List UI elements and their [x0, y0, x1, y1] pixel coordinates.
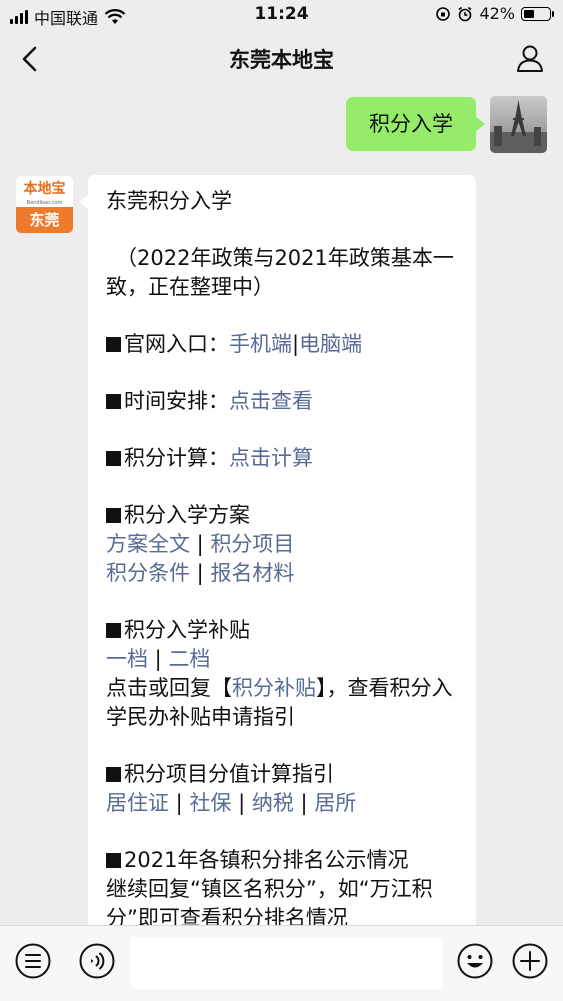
official-account-avatar[interactable]: 本地宝 Bendibao.com 东莞 [16, 176, 73, 233]
plan-conditions-link[interactable]: 积分条件 [106, 561, 190, 585]
ranking-section: 2021年各镇积分排名公示情况继续回复“镇区名积分”，如“万江积分”即可查看积分… [106, 846, 460, 925]
calc-link[interactable]: 点击计算 [229, 446, 313, 470]
ranking-heading: 2021年各镇积分排名公示情况 [124, 848, 409, 872]
status-bar: 中国联通 11:24 42% [0, 0, 563, 30]
nav-bar: 东莞本地宝 [0, 30, 563, 88]
logo-city-text: 东莞 [16, 207, 73, 233]
plan-items-link[interactable]: 积分项目 [210, 532, 294, 556]
bullet-square-icon [106, 508, 121, 523]
guide-tax-link[interactable]: 纳税 [252, 791, 294, 815]
mobile-link[interactable]: 手机端 [229, 332, 292, 356]
alarm-icon [458, 6, 472, 21]
sent-message-text: 积分入学 [369, 112, 453, 136]
plan-full-text-link[interactable]: 方案全文 [106, 532, 190, 556]
subsidy-tier2-link[interactable]: 二档 [168, 647, 210, 671]
logo-url-text: Bendibao.com [26, 200, 63, 206]
status-right: 42% [435, 4, 554, 23]
link-separator: | [190, 532, 211, 556]
bottom-input-bar [0, 925, 563, 1001]
reply-message-bubble: 东莞积分入学 （2022年政策与2021年政策基本一致，正在整理中） 官网入口：… [79, 175, 476, 925]
subsidy-section: 积分入学补贴 一档 | 二档 点击或回复【积分补贴】，查看积分入学民办补贴申请指引 [106, 616, 460, 732]
bullet-square-icon [106, 623, 121, 638]
link-separator: | [169, 791, 190, 815]
guide-social-security-link[interactable]: 社保 [189, 791, 231, 815]
guide-section: 积分项目分值计算指引居住证 | 社保 | 纳税 | 居所 [106, 760, 460, 818]
link-separator: | [190, 561, 211, 585]
orientation-lock-icon [436, 6, 451, 21]
plan-heading: 积分入学方案 [124, 503, 250, 527]
chat-title: 东莞本地宝 [229, 48, 334, 72]
eiffel-tower-photo [490, 100, 547, 153]
sent-message-bubble[interactable]: 积分入学 [346, 97, 485, 151]
reply-note: （2022年政策与2021年政策基本一致，正在整理中） [106, 246, 454, 299]
website-line: 官网入口：手机端|电脑端 [106, 330, 460, 359]
link-separator: | [148, 647, 169, 671]
plan-materials-link[interactable]: 报名材料 [210, 561, 294, 585]
plan-section: 积分入学方案方案全文 | 积分项目 积分条件 | 报名材料 [106, 501, 460, 588]
voice-icon[interactable] [78, 942, 116, 980]
chat-area[interactable]: 积分入学 本地宝 Bendibao.com 东莞 东莞积分入学 （2022年政策… [0, 88, 563, 925]
guide-residence-permit-link[interactable]: 居住证 [106, 791, 169, 815]
battery-fill [524, 9, 534, 18]
plus-circle-icon[interactable] [511, 942, 549, 980]
schedule-line: 时间安排：点击查看 [106, 387, 460, 416]
bullet-square-icon [106, 767, 121, 782]
battery-percent: 42% [479, 4, 515, 23]
battery-icon [521, 6, 554, 21]
desktop-link[interactable]: 电脑端 [299, 332, 362, 356]
calc-line: 积分计算：点击计算 [106, 444, 460, 473]
menu-list-icon[interactable] [14, 942, 52, 980]
schedule-link[interactable]: 点击查看 [229, 389, 313, 413]
subsidy-keyword-link[interactable]: 积分补贴 [232, 676, 316, 700]
subsidy-tier1-link[interactable]: 一档 [106, 647, 148, 671]
link-separator: | [293, 791, 315, 815]
bullet-square-icon [106, 853, 121, 868]
subsidy-heading: 积分入学补贴 [124, 618, 250, 642]
subsidy-text-before: 点击或回复【 [106, 676, 232, 700]
person-icon[interactable] [513, 41, 547, 75]
bullet-square-icon [106, 394, 121, 409]
bullet-square-icon [106, 337, 121, 352]
link-separator: | [231, 791, 252, 815]
message-input[interactable] [130, 937, 443, 989]
bullet-square-icon [106, 451, 121, 466]
my-avatar[interactable] [490, 96, 547, 153]
guide-residence-link[interactable]: 居所 [314, 791, 356, 815]
schedule-label: 时间安排： [124, 389, 229, 413]
calc-label: 积分计算： [124, 446, 229, 470]
guide-heading: 积分项目分值计算指引 [124, 762, 334, 786]
smiley-icon[interactable] [456, 942, 494, 980]
reply-title: 东莞积分入学 [106, 189, 232, 213]
website-label: 官网入口： [124, 332, 229, 356]
ranking-text: 继续回复“镇区名积分”，如“万江积分”即可查看积分排名情况 [106, 877, 433, 925]
